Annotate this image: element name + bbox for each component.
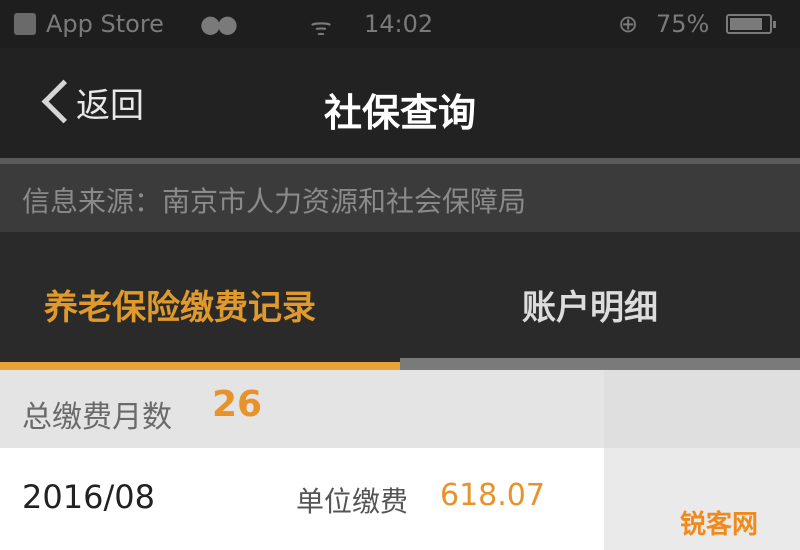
lock-rotation-icon: ⊕ [618,10,639,38]
watermark: 锐客网 [680,510,759,540]
tab-bar: 养老保险缴费记录 账户明细 [0,232,800,370]
back-app-label[interactable]: App Store [46,10,164,38]
battery-percent: 75% [656,10,710,38]
tab-account-details-label[interactable]: 账户明细 [522,280,658,329]
wifi-icon: ᯤ [310,13,332,41]
battery-icon [726,14,776,34]
tab-pension-records[interactable]: 养老保险缴费记录 [0,232,400,370]
navigation-bar: 返回 社保查询 [0,48,800,158]
tab-separator [400,358,800,370]
record-payment-value: 618.07 [440,478,545,513]
summary-count: 26 [212,384,263,425]
info-source-bar: 信息来源：南京市人力资源和社会保障局 [0,164,800,232]
status-time: 14:02 [364,10,434,38]
active-tab-indicator [0,362,400,370]
record-payment-label: 单位缴费 [296,485,409,518]
summary-label: 总缴费月数 [22,400,172,435]
signal-icon: ●● [200,10,238,38]
info-source-text: 信息来源：南京市人力资源和社会保障局 [22,185,527,218]
status-bar: App Store ●● ᯤ 14:02 ⊕ 75% [0,0,800,48]
record-date: 2016/08 [22,478,155,516]
tab-pension-records-label[interactable]: 养老保险缴费记录 [44,280,316,329]
page-title: 社保查询 [323,91,476,135]
back-app-icon[interactable] [14,13,36,35]
tab-account-details[interactable]: 账户明细 [400,232,800,370]
